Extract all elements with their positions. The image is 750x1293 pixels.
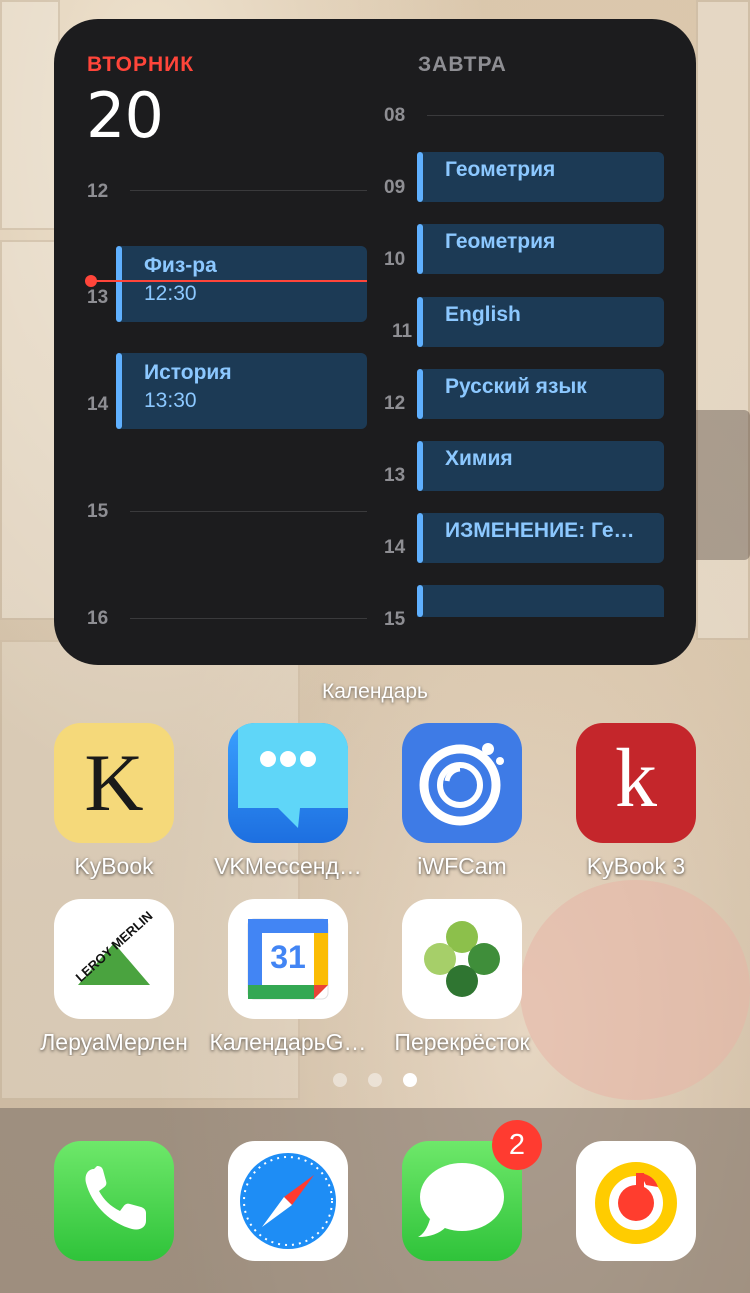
phone-handset-icon	[85, 1166, 146, 1230]
event-tomorrow[interactable]: English	[417, 297, 664, 347]
event-istoriya[interactable]: История 13:30	[116, 353, 367, 429]
event-title: Геометрия	[445, 230, 556, 253]
vk-messenger-icon	[228, 723, 348, 843]
app-label: KyBook	[74, 853, 154, 879]
hour-label: 11	[392, 321, 413, 342]
current-time-line	[90, 280, 367, 282]
event-title: ИЗМЕНЕНИЕ: Ге…	[445, 519, 635, 542]
event-title: English	[445, 303, 521, 326]
music-icon[interactable]	[576, 1141, 696, 1261]
camera-lens-icon	[419, 743, 504, 826]
app-kybook[interactable]: K KyBook	[27, 723, 201, 880]
app-perekrestok[interactable]: Перекрёсток	[375, 899, 549, 1056]
hour-label: 08	[384, 105, 406, 126]
chat-bubble-icon	[238, 723, 348, 828]
today-weekday: ВТОРНИК	[87, 53, 195, 76]
app-kybook3[interactable]: k KyBook 3	[549, 723, 723, 880]
app-label: КалендарьG…	[209, 1029, 367, 1055]
hour-line	[427, 115, 664, 116]
widget-name-label: Календарь	[322, 680, 428, 703]
yandex-music-icon	[595, 1162, 677, 1244]
app-label: KyBook 3	[586, 853, 686, 879]
hour-label: 15	[384, 609, 406, 630]
today-date: 20	[86, 79, 164, 152]
kybook-icon: K	[54, 723, 174, 843]
hour-label: 15	[87, 501, 109, 522]
tomorrow-column: ЗАВТРА 08 09 10 11 12 13 14 15 Геометрия…	[384, 19, 696, 665]
safari-icon[interactable]	[228, 1141, 348, 1261]
event-color-bar	[417, 441, 423, 491]
event-time: 12:30	[144, 282, 197, 305]
today-column: ВТОРНИК 20 12 13 14 15 16 Физ-ра 12:30 И…	[54, 19, 384, 665]
page-indicator[interactable]	[0, 1073, 750, 1089]
notification-badge: 2	[492, 1120, 542, 1170]
event-title: Физ-ра	[144, 254, 217, 277]
wallpaper-collage	[690, 410, 750, 560]
tomorrow-label: ЗАВТРА	[418, 53, 507, 76]
hour-label: 13	[87, 287, 109, 308]
event-tomorrow[interactable]: Химия	[417, 441, 664, 491]
hour-line	[130, 511, 367, 512]
hour-label: 12	[87, 181, 109, 202]
event-title: История	[144, 361, 232, 384]
event-color-bar	[417, 369, 423, 419]
hour-label: 16	[87, 608, 109, 629]
event-tomorrow[interactable]: ИЗМЕНЕНИЕ: Ге…	[417, 513, 664, 563]
event-title: Русский язык	[445, 375, 587, 398]
event-color-bar	[417, 297, 423, 347]
event-color-bar	[417, 513, 423, 563]
app-label: ЛеруаМерлен	[40, 1029, 188, 1055]
event-tomorrow[interactable]: Геометрия	[417, 224, 664, 274]
event-color-bar	[417, 585, 423, 617]
page-dot	[368, 1073, 382, 1087]
app-iwfcam[interactable]: iWFCam	[375, 723, 549, 880]
event-color-bar	[116, 246, 122, 322]
app-label: iWFCam	[417, 853, 507, 879]
leroy-merlin-icon: LEROY MERLIN	[54, 899, 174, 1019]
event-title: Химия	[445, 447, 513, 470]
hour-label: 09	[384, 177, 406, 198]
hour-line	[130, 618, 367, 619]
event-fizra[interactable]: Физ-ра 12:30	[116, 246, 367, 322]
hour-label: 12	[384, 393, 406, 414]
wallpaper-collage	[696, 0, 750, 640]
hour-label: 13	[384, 465, 406, 486]
wallpaper-collage	[0, 240, 60, 620]
page-dot-current	[403, 1073, 417, 1087]
iwfcam-icon	[402, 723, 522, 843]
wallpaper-collage	[0, 0, 60, 230]
event-tomorrow[interactable]: Геометрия	[417, 152, 664, 202]
app-vk-messenger[interactable]: VKМессенд…	[201, 723, 375, 880]
app-leroy-merlin[interactable]: LEROY MERLIN ЛеруаМерлен	[27, 899, 201, 1056]
wallpaper-collage	[520, 880, 750, 1100]
event-color-bar	[417, 152, 423, 202]
clover-icon	[424, 921, 500, 997]
gcal-date: 31	[270, 939, 306, 975]
app-label: VKМессенд…	[214, 853, 362, 879]
event-time: 13:30	[144, 389, 197, 412]
page-dot	[333, 1073, 347, 1087]
hour-label: 10	[384, 249, 406, 270]
event-color-bar	[417, 224, 423, 274]
kybook3-icon: k	[576, 723, 696, 843]
event-title: Геометрия	[445, 158, 556, 181]
app-label: Перекрёсток	[394, 1029, 530, 1055]
compass-icon	[240, 1153, 336, 1249]
hour-label: 14	[87, 394, 109, 415]
hour-label: 14	[384, 537, 406, 558]
hour-line	[130, 190, 367, 191]
google-calendar-icon: 31	[228, 899, 348, 1019]
event-tomorrow[interactable]	[417, 585, 664, 617]
event-color-bar	[116, 353, 122, 429]
kybook-glyph: K	[84, 737, 144, 828]
kybook3-glyph: k	[615, 732, 657, 825]
perekrestok-icon	[402, 899, 522, 1019]
calendar-widget[interactable]: ВТОРНИК 20 12 13 14 15 16 Физ-ра 12:30 И…	[54, 19, 696, 665]
current-time-dot	[85, 275, 97, 287]
app-google-calendar[interactable]: 31 КалендарьG…	[201, 899, 375, 1056]
dock	[0, 1108, 750, 1293]
phone-icon[interactable]	[54, 1141, 174, 1261]
event-tomorrow[interactable]: Русский язык	[417, 369, 664, 419]
